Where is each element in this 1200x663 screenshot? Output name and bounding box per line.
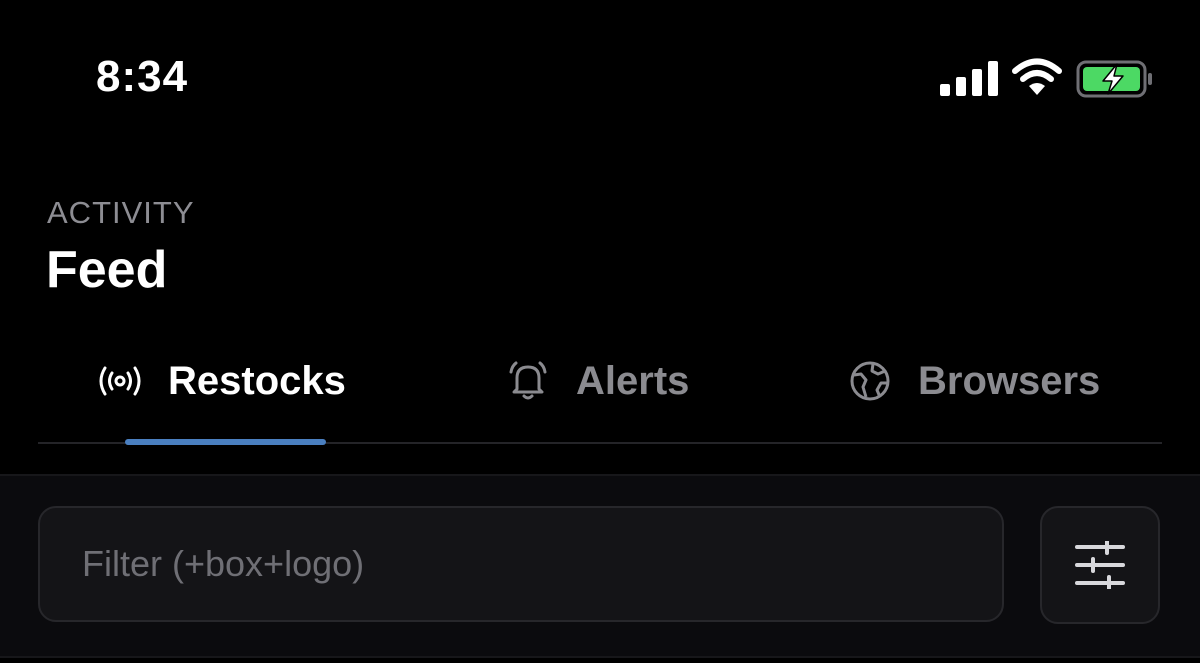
battery-charging-icon xyxy=(1076,60,1152,98)
broadcast-icon xyxy=(98,366,142,396)
tab-browsers[interactable]: Browsers xyxy=(848,356,1100,406)
bell-icon xyxy=(506,359,550,403)
cellular-signal-icon xyxy=(940,61,998,96)
wifi-icon xyxy=(1012,58,1062,95)
status-bar: 8:34 xyxy=(0,0,1200,140)
tab-restocks[interactable]: Restocks xyxy=(98,356,346,406)
filter-settings-button[interactable] xyxy=(1040,506,1160,624)
tab-alerts[interactable]: Alerts xyxy=(506,356,689,406)
filter-input[interactable] xyxy=(38,506,1004,622)
globe-icon xyxy=(848,359,892,403)
status-time: 8:34 xyxy=(96,52,189,101)
sliders-icon xyxy=(1075,541,1125,589)
tab-browsers-label: Browsers xyxy=(918,358,1101,403)
tab-bar: Restocks Alerts Browsers xyxy=(38,340,1162,445)
filter-bar xyxy=(0,474,1200,658)
section-eyebrow: ACTIVITY xyxy=(47,195,195,230)
tab-restocks-label: Restocks xyxy=(168,358,346,403)
tab-alerts-label: Alerts xyxy=(576,358,690,403)
page-title: Feed xyxy=(46,241,168,299)
active-tab-indicator xyxy=(125,439,326,445)
